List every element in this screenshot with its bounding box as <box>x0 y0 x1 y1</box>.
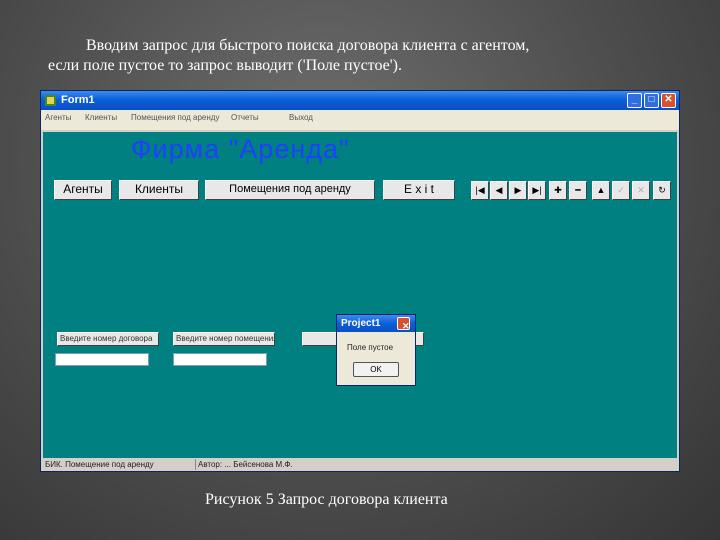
nav-edit-button[interactable]: ▲ <box>592 181 610 200</box>
search-premise-button[interactable]: Введите номер помещения <box>173 332 275 346</box>
menu-bar: Агенты Клиенты Помещения под аренду Отче… <box>41 110 679 130</box>
next-icon: ▶ <box>514 185 522 195</box>
nav-next-button[interactable]: ▶ <box>509 181 527 200</box>
message-dialog: Project1 ✕ Поле пустое OK <box>336 314 416 386</box>
search-contract-button[interactable]: Введите номер договора <box>57 332 159 346</box>
firm-title: Фирма "Аренда" <box>131 134 350 164</box>
dialog-title: Project1 <box>341 318 381 329</box>
cancel-icon: ✕ <box>637 185 645 195</box>
nav-cancel-button[interactable]: ✕ <box>632 181 650 200</box>
dialog-title-bar[interactable]: Project1 ✕ <box>337 315 415 332</box>
menu-item-exit[interactable]: Выход <box>289 113 313 122</box>
contract-number-input[interactable] <box>55 353 149 366</box>
close-icon: ✕ <box>402 321 410 331</box>
agents-button[interactable]: Агенты <box>54 180 112 200</box>
refresh-icon: ↻ <box>658 185 666 195</box>
menu-item-agents[interactable]: Агенты <box>45 113 71 122</box>
window-title: Form1 <box>61 94 95 106</box>
nav-prior-button[interactable]: ◀ <box>490 181 508 200</box>
app-icon <box>45 95 56 106</box>
premises-button[interactable]: Помещения под аренду <box>205 180 375 200</box>
maximize-icon: □ <box>648 94 655 105</box>
caption-line-2: если поле пустое то запрос выводит ('Пол… <box>48 57 402 74</box>
edit-icon: ▲ <box>596 185 606 195</box>
nav-first-button[interactable]: |◀ <box>471 181 489 200</box>
form-client-area: Фирма "Аренда" Агенты Клиенты Помещения … <box>43 132 677 458</box>
last-icon: ▶| <box>532 185 542 195</box>
nav-post-button[interactable]: ✓ <box>612 181 630 200</box>
clients-button[interactable]: Клиенты <box>119 180 199 200</box>
title-bar[interactable]: Form1 _ □ ✕ <box>41 91 679 110</box>
status-left: БИК. Помещение под аренду <box>43 459 196 470</box>
caption-line-1: Вводим запрос для быстрого поиска догово… <box>86 37 530 54</box>
close-button[interactable]: ✕ <box>661 93 676 108</box>
nav-insert-button[interactable]: ✚ <box>549 181 567 200</box>
nav-last-button[interactable]: ▶| <box>528 181 546 200</box>
main-window: Form1 _ □ ✕ Агенты Клиенты Помещения под… <box>40 90 680 472</box>
maximize-button[interactable]: □ <box>644 93 659 108</box>
menu-item-premises[interactable]: Помещения под аренду <box>131 113 219 122</box>
ok-button[interactable]: OK <box>353 362 399 377</box>
menu-item-reports[interactable]: Отчеты <box>231 113 259 122</box>
caption-text: Вводим запрос для быстрого поиска догово… <box>48 36 698 76</box>
exit-button[interactable]: E x i t <box>383 180 455 200</box>
post-icon: ✓ <box>617 185 625 195</box>
status-bar: БИК. Помещение под аренду Автор: ... Бей… <box>43 459 677 470</box>
delete-icon: ━ <box>575 185 581 195</box>
figure-caption: Рисунок 5 Запрос договора клиента <box>205 491 448 508</box>
nav-delete-button[interactable]: ━ <box>569 181 587 200</box>
minimize-icon: _ <box>631 94 638 105</box>
nav-refresh-button[interactable]: ↻ <box>653 181 671 200</box>
dialog-close-button[interactable]: ✕ <box>397 317 410 331</box>
close-icon: ✕ <box>664 94 673 105</box>
minimize-button[interactable]: _ <box>627 93 642 108</box>
dialog-message: Поле пустое <box>347 343 394 352</box>
insert-icon: ✚ <box>554 185 562 195</box>
prior-icon: ◀ <box>495 185 503 195</box>
premise-number-input[interactable] <box>173 353 267 366</box>
first-icon: |◀ <box>475 185 485 195</box>
menu-item-clients[interactable]: Клиенты <box>85 113 117 122</box>
status-author: Автор: ... Бейсенова М.Ф. <box>198 460 293 469</box>
